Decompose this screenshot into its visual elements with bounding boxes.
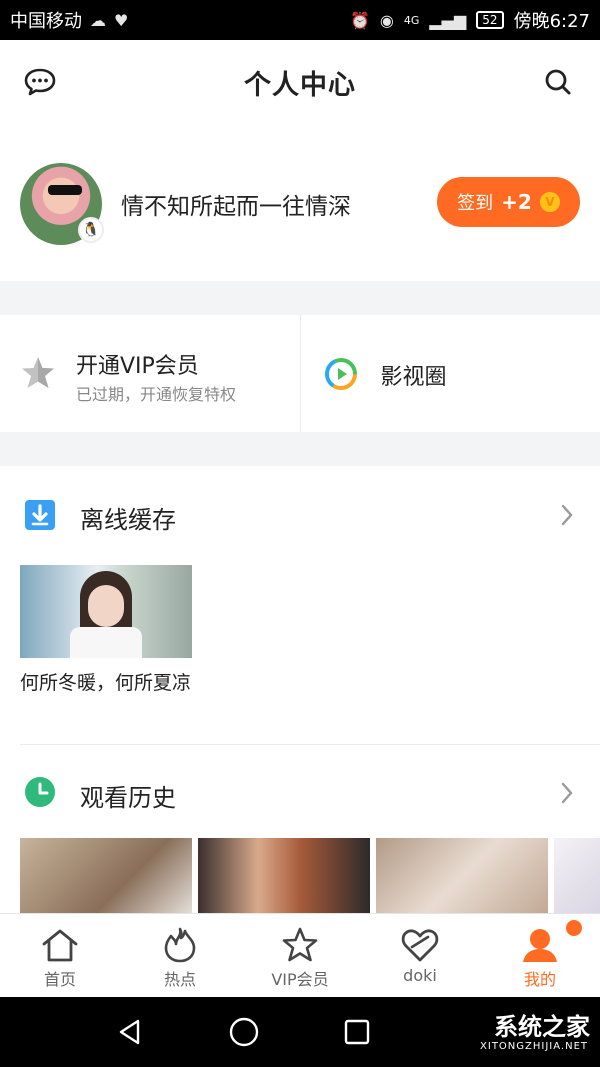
coin-icon: V	[539, 192, 560, 212]
username[interactable]: 情不知所起而一往情深	[121, 187, 351, 221]
tab-label: 首页	[43, 970, 76, 989]
clock-text: 傍晚6:27	[513, 11, 590, 32]
video-circle-item[interactable]: 影视圈	[301, 315, 600, 432]
home-icon	[40, 926, 80, 964]
watermark-url: XITONGZHIJIA.NET	[480, 1041, 588, 1052]
history-thumbnail[interactable]	[554, 838, 600, 916]
person-icon	[520, 926, 560, 964]
system-nav-bar: 系统之家 XITONGZHIJIA.NET	[0, 997, 600, 1067]
profile-card: 🐧 情不知所起而一往情深 签到 +2 V	[0, 125, 600, 280]
header: 个人中心	[0, 40, 600, 125]
page-title: 个人中心	[244, 70, 356, 101]
section-gap	[0, 281, 600, 315]
flame-icon	[161, 926, 199, 964]
avatar-sunglasses	[48, 185, 82, 195]
offline-cache-header[interactable]: 离线缓存	[0, 470, 600, 560]
message-icon[interactable]	[22, 64, 58, 100]
watch-history-header[interactable]: 观看历史	[0, 748, 600, 838]
play-logo-icon	[324, 358, 357, 390]
divider	[20, 744, 600, 745]
tab-me[interactable]: 我的	[480, 914, 600, 998]
tab-label: 热点	[163, 970, 196, 989]
tab-hot[interactable]: 热点	[120, 914, 240, 998]
open-vip-item[interactable]: 开通VIP会员 已过期，开通恢复特权	[0, 315, 300, 432]
watch-history-title: 观看历史	[80, 784, 176, 812]
search-icon[interactable]	[540, 64, 576, 100]
vip-subtitle: 已过期，开通恢复特权	[76, 385, 237, 404]
health-icon: ♥	[114, 10, 129, 30]
offline-video-title: 何所冬暖，何所夏凉	[20, 672, 192, 694]
watermark-logo: 系统之家	[494, 1013, 590, 1041]
bottom-tab-bar: 首页 热点 VIP会员 doki 我的	[0, 913, 600, 997]
checkin-points: +2	[501, 190, 532, 214]
alarm-icon: ⏰	[349, 10, 370, 30]
history-thumbnail[interactable]	[198, 838, 370, 916]
heart-outline-icon	[400, 926, 440, 964]
weather-icon: ☁	[90, 10, 106, 30]
video-thumbnail	[20, 565, 192, 658]
history-list	[20, 838, 600, 916]
back-icon[interactable]	[113, 1015, 147, 1049]
eye-icon: ◉	[379, 10, 394, 30]
tab-label: VIP会员	[271, 970, 329, 989]
recents-icon[interactable]	[340, 1015, 374, 1049]
offline-cache-title: 离线缓存	[80, 506, 176, 534]
chevron-right-icon	[561, 504, 573, 526]
vip-row: 开通VIP会员 已过期，开通恢复特权 影视圈	[0, 315, 600, 432]
carrier-text: 中国移动	[10, 11, 82, 32]
network-label: 4G	[403, 13, 420, 27]
crown-star-icon	[280, 926, 320, 964]
notification-dot	[566, 920, 582, 936]
tab-home[interactable]: 首页	[0, 914, 120, 998]
status-bar: 中国移动 ☁ ♥ ⏰ ◉ 4G ▂▄▆ 52 傍晚6:27	[0, 0, 600, 40]
chevron-right-icon	[561, 782, 573, 804]
video-circle-title: 影视圈	[380, 365, 447, 390]
tab-vip[interactable]: VIP会员	[240, 914, 360, 998]
history-thumbnail[interactable]	[376, 838, 548, 916]
battery-level: 52	[476, 11, 504, 29]
clock-icon	[25, 777, 55, 807]
home-nav-icon[interactable]	[227, 1015, 261, 1049]
vip-title: 开通VIP会员	[76, 354, 199, 379]
section-gap	[0, 432, 600, 466]
tab-doki[interactable]: doki	[360, 914, 480, 998]
checkin-button[interactable]: 签到 +2 V	[437, 177, 580, 227]
tab-label: doki	[403, 966, 437, 985]
star-icon	[22, 357, 54, 388]
download-icon	[25, 500, 55, 530]
history-thumbnail[interactable]	[20, 838, 192, 916]
tab-label: 我的	[523, 970, 556, 989]
checkin-label: 签到	[457, 193, 494, 214]
offline-video-card[interactable]: 何所冬暖，何所夏凉	[20, 565, 192, 696]
qq-penguin-icon: 🐧	[78, 217, 104, 243]
signal-icon: ▂▄▆	[429, 10, 467, 30]
